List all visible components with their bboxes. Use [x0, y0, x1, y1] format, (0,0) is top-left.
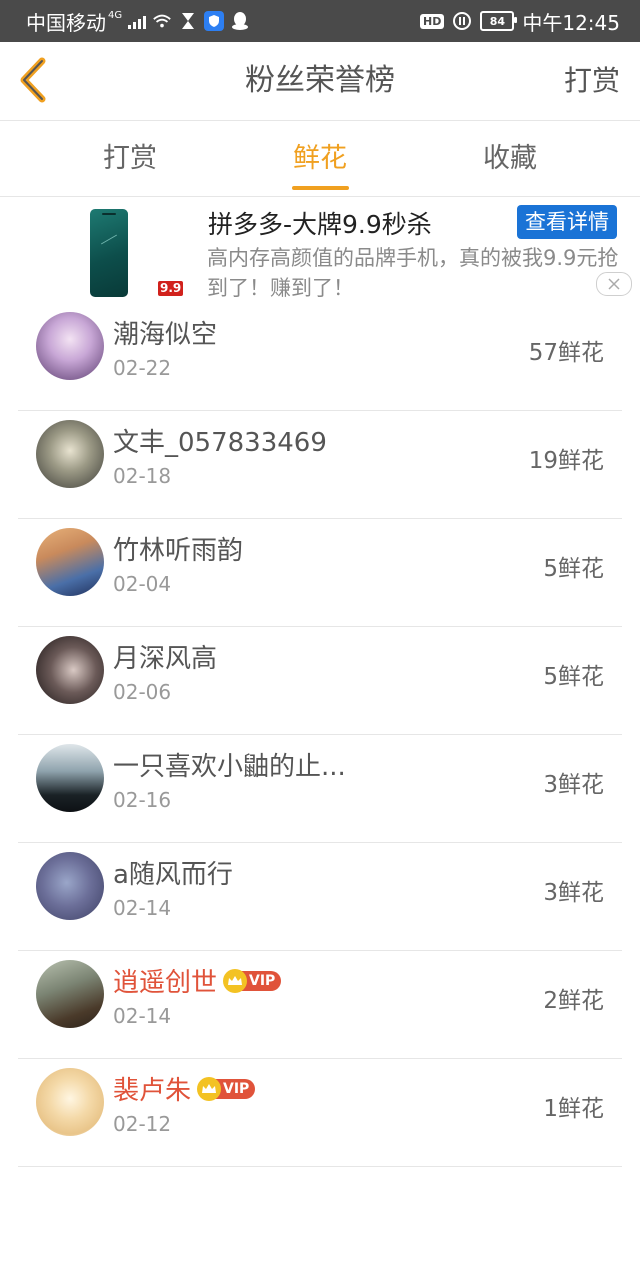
fan-name-text: 竹林听雨韵 — [113, 536, 244, 566]
fan-date: 02-12 — [113, 1112, 172, 1136]
fan-row[interactable]: 裴卢朱 VIP 02-12 1鲜花 — [18, 1059, 622, 1167]
flower-count: 57鲜花 — [528, 340, 604, 366]
fan-date: 02-14 — [113, 896, 172, 920]
avatar[interactable] — [36, 744, 104, 812]
fan-date: 02-16 — [113, 788, 172, 812]
fan-date: 02-06 — [113, 680, 172, 704]
ad-phone-image — [90, 209, 128, 297]
fan-name: 竹林听雨韵 — [113, 530, 243, 567]
shield-icon — [204, 11, 225, 31]
fan-name: 潮海似空 — [113, 314, 217, 351]
fan-date: 02-04 — [113, 572, 172, 596]
fan-list: 潮海似空 02-22 57鲜花 文丰_057833469 02-18 19鲜花 … — [18, 303, 622, 1167]
flower-count: 19鲜花 — [528, 448, 604, 474]
tab-favorites[interactable]: 收藏 — [430, 121, 590, 196]
hourglass-icon — [178, 11, 198, 31]
avatar[interactable] — [36, 528, 104, 596]
status-bar: 中国移动 4G HD 84 中午12:45 — [0, 0, 640, 42]
fan-name-text: 文丰_057833469 — [113, 428, 327, 458]
fan-date: 02-22 — [113, 356, 172, 380]
crown-icon — [223, 968, 248, 993]
wifi-icon — [152, 11, 172, 31]
avatar[interactable] — [36, 312, 104, 380]
flower-count: 5鲜花 — [543, 556, 604, 582]
fan-date: 02-18 — [113, 464, 172, 488]
qq-icon — [230, 11, 250, 31]
flower-count: 3鲜花 — [543, 880, 604, 906]
flower-count: 3鲜花 — [543, 772, 604, 798]
fan-row[interactable]: 潮海似空 02-22 57鲜花 — [18, 303, 622, 411]
ad-title: 拼多多-大牌9.9秒杀 — [208, 210, 432, 239]
tab-bar: 打赏 鲜花 收藏 — [0, 121, 640, 197]
fan-name: 逍遥创世 VIP — [113, 962, 282, 999]
fan-name-text: a随风而行 — [113, 860, 233, 890]
close-icon — [608, 278, 620, 290]
tab-reward[interactable]: 打赏 — [50, 121, 210, 196]
fan-row[interactable]: 竹林听雨韵 02-04 5鲜花 — [18, 519, 622, 627]
flower-count: 5鲜花 — [543, 664, 604, 690]
fan-name-text: 一只喜欢小鼬的止... — [113, 752, 346, 782]
avatar[interactable] — [36, 852, 104, 920]
active-tab-indicator — [292, 186, 349, 190]
fan-row[interactable]: 逍遥创世 VIP 02-14 2鲜花 — [18, 951, 622, 1059]
fan-date: 02-14 — [113, 1004, 172, 1028]
app-header: 粉丝荣誉榜 打赏 — [0, 42, 640, 121]
status-bar-right: HD 84 中午12:45 — [420, 0, 620, 42]
fan-row[interactable]: 文丰_057833469 02-18 19鲜花 — [18, 411, 622, 519]
fan-row[interactable]: a随风而行 02-14 3鲜花 — [18, 843, 622, 951]
fan-name: 文丰_057833469 — [113, 422, 327, 459]
battery-level: 84 — [489, 14, 506, 28]
reward-button[interactable]: 打赏 — [564, 42, 620, 120]
carrier-label: 中国移动 — [26, 10, 106, 35]
crown-icon — [197, 1076, 222, 1101]
status-bar-left: 中国移动 4G — [26, 0, 250, 42]
fan-name-text: 月深风高 — [113, 644, 218, 674]
fan-name: 月深风高 — [113, 638, 217, 675]
ad-close-button[interactable] — [596, 272, 632, 296]
avatar[interactable] — [36, 1068, 104, 1136]
flower-count: 1鲜花 — [543, 1096, 604, 1122]
tab-flowers[interactable]: 鲜花 — [240, 121, 400, 196]
fan-row[interactable]: 一只喜欢小鼬的止... 02-16 3鲜花 — [18, 735, 622, 843]
fan-name: a随风而行 — [113, 854, 233, 891]
ad-banner[interactable]: 9.9 拼多多-大牌9.9秒杀 查看详情 高内存高颜值的品牌手机，真的被我9.9… — [0, 197, 640, 303]
ad-details-button[interactable]: 查看详情 — [517, 205, 617, 239]
page-title: 粉丝荣誉榜 — [245, 63, 395, 98]
fan-name: 一只喜欢小鼬的止... — [113, 746, 346, 783]
fan-row[interactable]: 月深风高 02-06 5鲜花 — [18, 627, 622, 735]
network-type: 4G — [108, 9, 123, 21]
avatar[interactable] — [36, 960, 104, 1028]
signal-icon — [128, 13, 147, 29]
clock: 中午12:45 — [522, 10, 620, 35]
hd-badge: HD — [420, 13, 445, 29]
fan-name-text: 逍遥创世 — [113, 968, 218, 998]
avatar[interactable] — [36, 420, 104, 488]
avatar[interactable] — [36, 636, 104, 704]
flower-count: 2鲜花 — [543, 988, 604, 1014]
fan-name-text: 裴卢朱 — [113, 1076, 192, 1106]
ad-price-tag: 9.9 — [158, 281, 184, 296]
fan-name-text: 潮海似空 — [113, 320, 218, 350]
battery-icon: 84 — [480, 11, 518, 31]
fan-name: 裴卢朱 VIP — [113, 1070, 256, 1107]
data-saver-icon — [452, 11, 472, 31]
ad-description: 高内存高颜值的品牌手机，真的被我9.9元抢到了！赚到了！ — [207, 246, 619, 300]
